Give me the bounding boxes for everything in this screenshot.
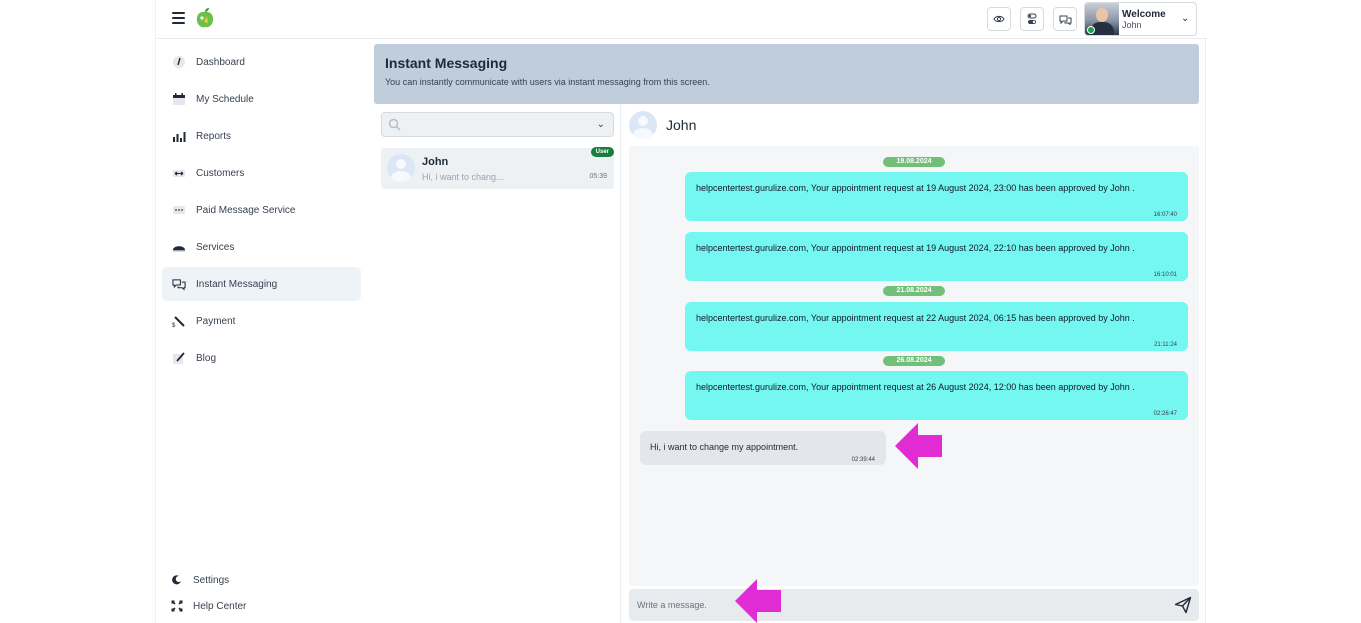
message-input[interactable] <box>629 589 1159 621</box>
outgoing-message: helpcentertest.gurulize.com, Your appoin… <box>685 172 1188 221</box>
sidebar-item-services[interactable]: Services <box>162 230 361 264</box>
message-text: helpcentertest.gurulize.com, Your appoin… <box>696 313 1135 323</box>
chat-contact-name: John <box>666 117 697 133</box>
send-icon[interactable] <box>1174 596 1192 614</box>
page-title: Instant Messaging <box>385 55 508 71</box>
chat-bubbles-icon <box>172 277 186 291</box>
incoming-message: Hi, i want to change my appointment. 02:… <box>640 431 886 465</box>
message-composer <box>629 589 1199 621</box>
user-name: John <box>1122 20 1142 30</box>
sidebar-item-label: Blog <box>196 352 217 364</box>
chat-header: John <box>629 111 1199 141</box>
sidebar-item-dashboard[interactable]: Dashboard <box>162 45 361 79</box>
sidebar-item-label: My Schedule <box>196 93 254 105</box>
page-subtitle: You can instantly communicate with users… <box>385 77 710 87</box>
outgoing-message: helpcentertest.gurulize.com, Your appoin… <box>685 232 1188 281</box>
services-icon <box>172 240 186 254</box>
message-text: helpcentertest.gurulize.com, Your appoin… <box>696 243 1135 253</box>
sidebar-item-help-center[interactable]: Help Center <box>170 599 246 613</box>
message-text: helpcentertest.gurulize.com, Your appoin… <box>696 183 1135 193</box>
date-separator: 19.08.2024 <box>883 157 945 167</box>
online-status-dot <box>1087 26 1095 34</box>
avatar <box>629 111 657 139</box>
sidebar-item-instant-messaging[interactable]: Instant Messaging <box>162 267 361 301</box>
dashboard-icon <box>172 55 186 69</box>
sidebar-item-label: Payment <box>196 315 236 327</box>
message-time: 21:11:24 <box>1154 342 1177 348</box>
message-thread[interactable]: 19.08.2024 helpcentertest.gurulize.com, … <box>629 146 1199 586</box>
date-separator: 21.08.2024 <box>883 286 945 296</box>
eye-icon[interactable] <box>987 7 1011 31</box>
sidebar: Dashboard My Schedule Reports Customers … <box>156 40 368 623</box>
page-header-banner: Instant Messaging You can instantly comm… <box>374 44 1199 104</box>
logo[interactable] <box>195 7 215 29</box>
sidebar-item-reports[interactable]: Reports <box>162 119 361 153</box>
message-text: Hi, i want to change my appointment. <box>650 442 799 452</box>
conversation-preview: Hi, i want to chang... <box>422 172 504 182</box>
settings-icon <box>170 573 184 587</box>
sidebar-item-my-schedule[interactable]: My Schedule <box>162 82 361 116</box>
user-badge: User <box>590 147 614 157</box>
user-menu[interactable]: Welcome John ⌄ <box>1084 2 1197 36</box>
bar-chart-icon <box>172 129 186 143</box>
top-bar: Welcome John ⌄ <box>156 0 1207 39</box>
payment-icon: $ <box>172 314 186 328</box>
chevron-down-icon: ⌄ <box>1181 13 1190 24</box>
outgoing-message: helpcentertest.gurulize.com, Your appoin… <box>685 371 1188 420</box>
sidebar-item-label: Dashboard <box>196 56 245 68</box>
conversation-item[interactable]: John Hi, i want to chang... 05:39 User <box>381 147 614 189</box>
app-window: Welcome John ⌄ Dashboard My Schedule Rep… <box>155 0 1207 623</box>
conversation-time: 05:39 <box>589 173 607 180</box>
conversation-list-panel: ⌄ John Hi, i want to chang... 05:39 User <box>374 104 621 623</box>
sidebar-item-label: Settings <box>193 574 230 586</box>
help-center-icon <box>170 599 184 613</box>
conversation-name: John <box>422 156 449 168</box>
svg-text:$: $ <box>172 323 176 328</box>
sidebar-item-label: Help Center <box>193 600 247 612</box>
outgoing-message: helpcentertest.gurulize.com, Your appoin… <box>685 302 1188 351</box>
annotation-arrow-icon <box>895 423 942 469</box>
message-time: 02:39:44 <box>851 457 875 463</box>
sidebar-item-settings[interactable]: Settings <box>170 573 229 587</box>
sidebar-item-label: Customers <box>196 167 245 179</box>
annotation-arrow-icon <box>735 579 781 623</box>
message-time: 16:07:40 <box>1153 212 1177 218</box>
sidebar-item-label: Reports <box>196 130 232 142</box>
date-separator: 26.08.2024 <box>883 356 945 366</box>
customers-icon <box>172 166 186 180</box>
message-time: 16:10:01 <box>1153 272 1177 278</box>
sidebar-item-blog[interactable]: Blog <box>162 341 361 375</box>
conversation-search-select[interactable]: ⌄ <box>381 112 614 137</box>
calendar-icon <box>172 92 186 106</box>
message-text: helpcentertest.gurulize.com, Your appoin… <box>696 382 1135 392</box>
avatar <box>387 154 415 182</box>
search-icon <box>388 118 401 131</box>
sidebar-item-label: Services <box>196 241 235 253</box>
sidebar-item-payment[interactable]: $ Payment <box>162 304 361 338</box>
sidebar-item-customers[interactable]: Customers <box>162 156 361 190</box>
hamburger-menu-icon[interactable] <box>172 12 185 24</box>
sidebar-item-paid-message-service[interactable]: Paid Message Service <box>162 193 361 227</box>
blog-icon <box>172 351 186 365</box>
chevron-down-icon: ⌄ <box>596 119 605 130</box>
message-time: 02:26:47 <box>1153 411 1177 417</box>
sidebar-item-label: Instant Messaging <box>196 278 278 290</box>
toggle-icon[interactable] <box>1020 7 1044 31</box>
sidebar-item-label: Paid Message Service <box>196 204 296 216</box>
message-dots-icon <box>172 203 186 217</box>
chat-icon[interactable] <box>1053 7 1077 31</box>
user-welcome-text: Welcome <box>1122 9 1166 20</box>
